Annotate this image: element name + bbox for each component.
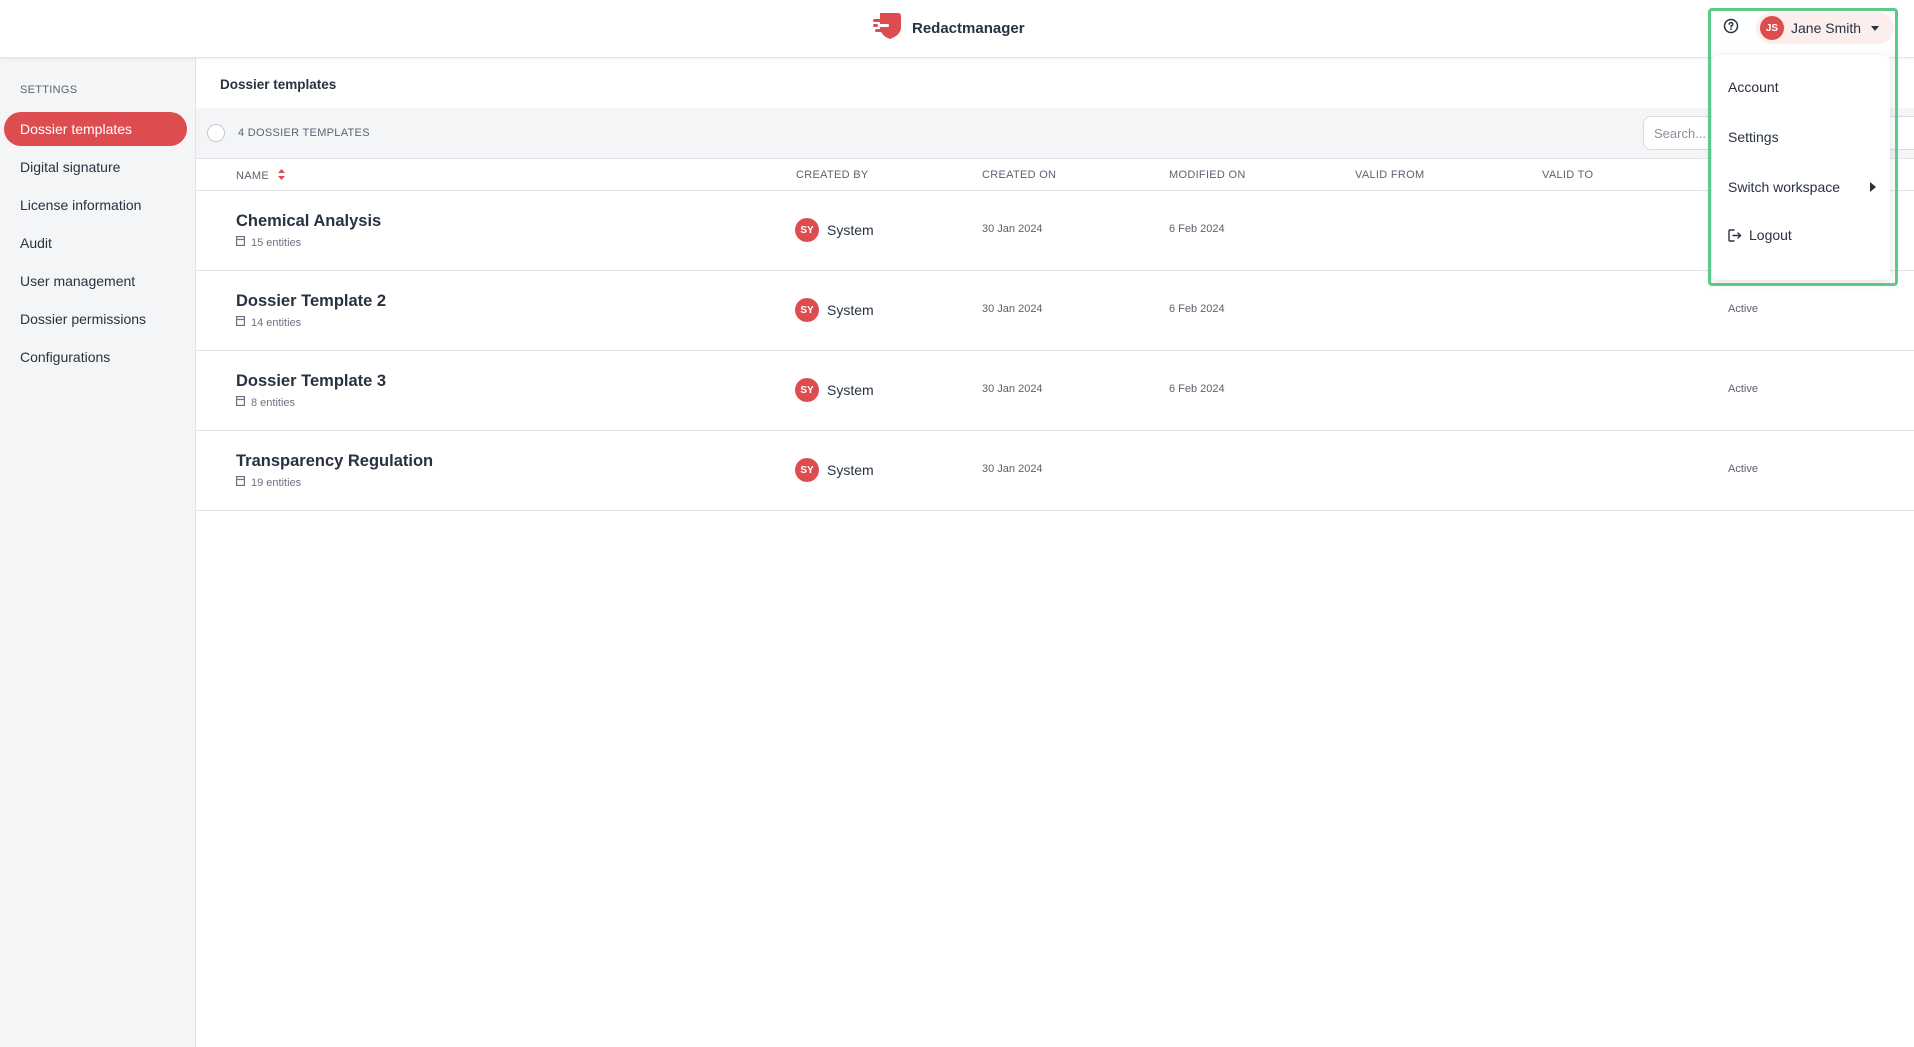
modified-on: 6 Feb 2024 (1169, 383, 1225, 395)
created-on: 30 Jan 2024 (982, 463, 1043, 475)
document-icon (236, 316, 246, 329)
sidebar-item-configurations[interactable]: Configurations (4, 340, 187, 374)
created-by: SY System (795, 458, 874, 482)
help-button[interactable] (1720, 17, 1742, 39)
settings-sidebar: SETTINGS Dossier templates Digital signa… (0, 58, 196, 1047)
template-entities: 19 entities (236, 476, 301, 489)
column-created-on[interactable]: CREATED ON (982, 169, 1056, 181)
created-by: SY System (795, 298, 874, 322)
created-by: SY System (795, 378, 874, 402)
table-row[interactable]: Dossier Template 2 14 entities SY System… (196, 270, 1914, 351)
menu-item-label: Switch workspace (1728, 179, 1841, 195)
user-name: Jane Smith (1791, 20, 1862, 36)
top-bar: Redactmanager JS Jane Smith (0, 0, 1914, 58)
select-all-checkbox[interactable] (207, 124, 225, 142)
status: Active (1728, 463, 1758, 475)
sort-icon[interactable] (278, 169, 286, 183)
creator-name: System (827, 302, 874, 318)
user-menu-button[interactable]: JS Jane Smith (1756, 12, 1894, 44)
list-toolbar: 4 DOSSIER TEMPLATES (196, 108, 1914, 159)
menu-item-settings[interactable]: Settings (1728, 125, 1878, 149)
menu-item-label: Account (1728, 79, 1779, 95)
menu-item-switch-workspace[interactable]: Switch workspace (1728, 175, 1878, 199)
brand[interactable]: Redactmanager (872, 12, 1025, 45)
entity-count: 8 entities (251, 396, 296, 409)
template-entities: 15 entities (236, 236, 301, 249)
column-name-label: NAME (236, 169, 269, 182)
created-by: SY System (795, 218, 874, 242)
menu-item-account[interactable]: Account (1728, 75, 1878, 99)
table-header: NAME CREATED BY CREATED ON MODIFIED ON V… (196, 159, 1914, 191)
status: Active (1728, 383, 1758, 395)
document-icon (236, 476, 246, 489)
logout-icon (1728, 228, 1742, 242)
sidebar-section-label: SETTINGS (20, 84, 78, 96)
creator-avatar: SY (795, 218, 819, 242)
template-count: 4 DOSSIER TEMPLATES (238, 127, 370, 139)
page-title: Dossier templates (220, 77, 337, 92)
creator-name: System (827, 222, 874, 238)
template-entities: 14 entities (236, 316, 301, 329)
user-avatar: JS (1760, 16, 1784, 40)
document-icon (236, 396, 246, 409)
template-entities: 8 entities (236, 396, 295, 409)
user-dropdown-menu: Account Settings Switch workspace Logout (1712, 55, 1890, 280)
creator-name: System (827, 382, 874, 398)
template-name: Dossier Template 2 (236, 292, 387, 310)
help-icon (1723, 18, 1739, 39)
menu-item-label: Logout (1749, 227, 1792, 243)
entity-count: 15 entities (251, 236, 302, 249)
table-row[interactable]: Transparency Regulation 19 entities SY S… (196, 430, 1914, 511)
sidebar-item-user-management[interactable]: User management (4, 264, 187, 298)
sidebar-item-license-information[interactable]: License information (4, 188, 187, 222)
app-name: Redactmanager (912, 19, 1025, 37)
table-row[interactable]: Dossier Template 3 8 entities SY System … (196, 350, 1914, 431)
app-logo-icon (872, 12, 902, 45)
creator-avatar: SY (795, 378, 819, 402)
column-valid-from[interactable]: VALID FROM (1355, 169, 1424, 181)
entity-count: 14 entities (251, 316, 302, 329)
template-name: Chemical Analysis (236, 212, 382, 230)
creator-avatar: SY (795, 298, 819, 322)
template-name: Dossier Template 3 (236, 372, 387, 390)
page-header: Dossier templates (196, 58, 1914, 109)
modified-on: 6 Feb 2024 (1169, 303, 1225, 315)
menu-item-label: Settings (1728, 129, 1779, 145)
entity-count: 19 entities (251, 476, 302, 489)
sidebar-item-audit[interactable]: Audit (4, 226, 187, 260)
creator-avatar: SY (795, 458, 819, 482)
creator-name: System (827, 462, 874, 478)
column-modified-on[interactable]: MODIFIED ON (1169, 169, 1246, 181)
modified-on: 6 Feb 2024 (1169, 223, 1225, 235)
sidebar-item-dossier-templates[interactable]: Dossier templates (4, 112, 187, 146)
caret-down-icon (1871, 25, 1880, 31)
column-created-by[interactable]: CREATED BY (796, 169, 868, 181)
created-on: 30 Jan 2024 (982, 303, 1043, 315)
menu-item-logout[interactable]: Logout (1728, 223, 1878, 247)
status: Active (1728, 303, 1758, 315)
created-on: 30 Jan 2024 (982, 223, 1043, 235)
main-content: Dossier templates 4 DOSSIER TEMPLATES NA… (196, 58, 1914, 1047)
created-on: 30 Jan 2024 (982, 383, 1043, 395)
column-name[interactable]: NAME (236, 169, 286, 183)
sidebar-item-dossier-permissions[interactable]: Dossier permissions (4, 302, 187, 336)
document-icon (236, 236, 246, 249)
template-name: Transparency Regulation (236, 452, 434, 470)
table-row[interactable]: Chemical Analysis 15 entities SY System … (196, 190, 1914, 271)
chevron-right-icon (1870, 182, 1876, 192)
sidebar-item-digital-signature[interactable]: Digital signature (4, 150, 187, 184)
column-valid-to[interactable]: VALID TO (1542, 169, 1593, 181)
